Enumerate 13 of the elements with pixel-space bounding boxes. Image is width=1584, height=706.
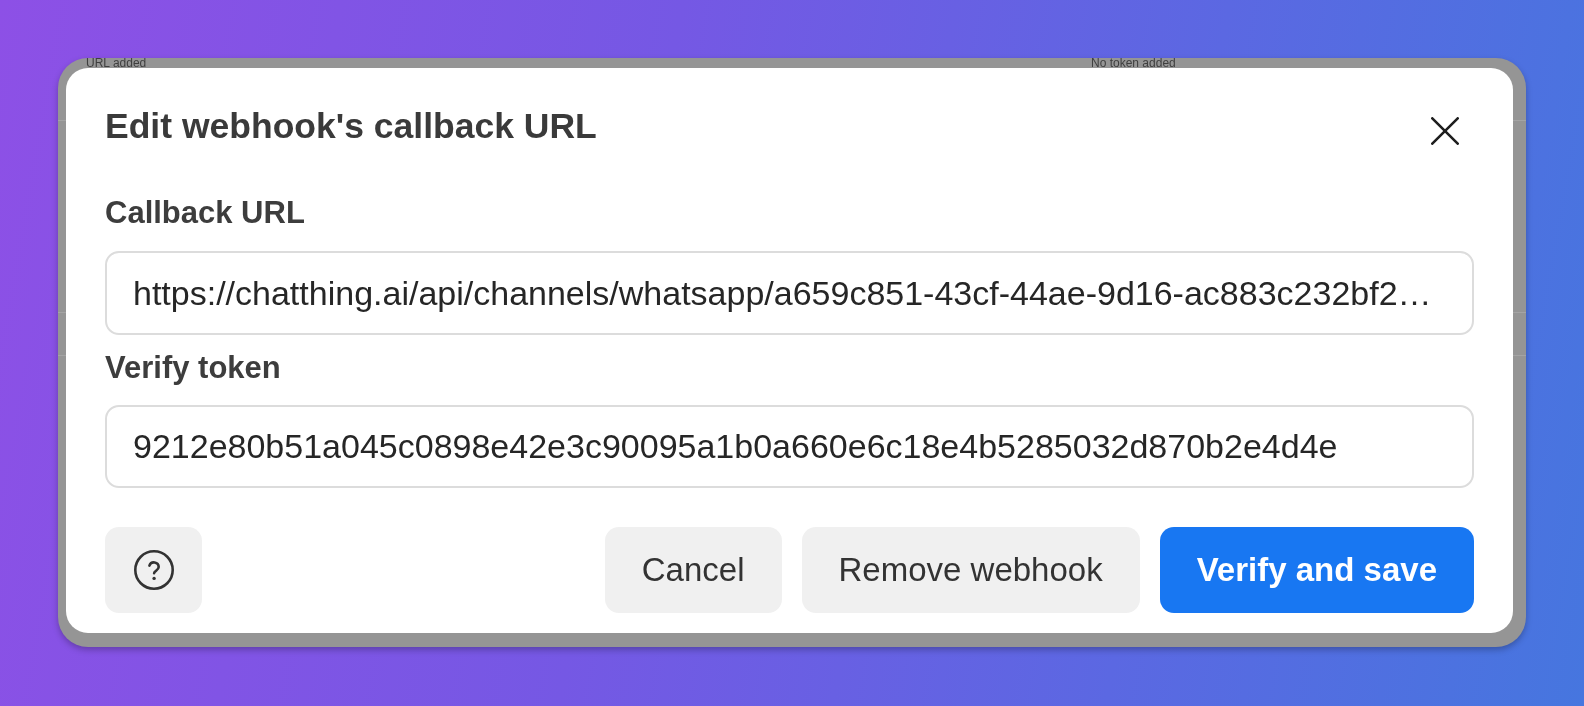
status-text: URL added	[86, 58, 147, 68]
primary-button[interactable]: Verify and save	[1159, 527, 1474, 613]
text-field[interactable]: 9212e80b51a045c0898e42e3c90095a1b0a660e6c18e4b5285032d870b2e4d4e	[105, 405, 1474, 488]
field-label: Callback URL	[105, 194, 305, 231]
status-text: No token added	[1091, 58, 1176, 68]
close-icon	[1431, 117, 1459, 145]
text-field[interactable]: https://chatthing.ai/api/channels/whatsapp/a659c851-43cf-44ae-9d16-ac883c232bf2…	[105, 251, 1474, 335]
help-button[interactable]	[105, 527, 202, 613]
help-icon	[133, 550, 174, 590]
secondary-button[interactable]: Remove webhook	[801, 527, 1140, 613]
field-label: Verify token	[105, 349, 281, 386]
secondary-button[interactable]: Cancel	[604, 527, 782, 613]
dialog-title: Edit webhook's callback URL	[105, 105, 597, 147]
